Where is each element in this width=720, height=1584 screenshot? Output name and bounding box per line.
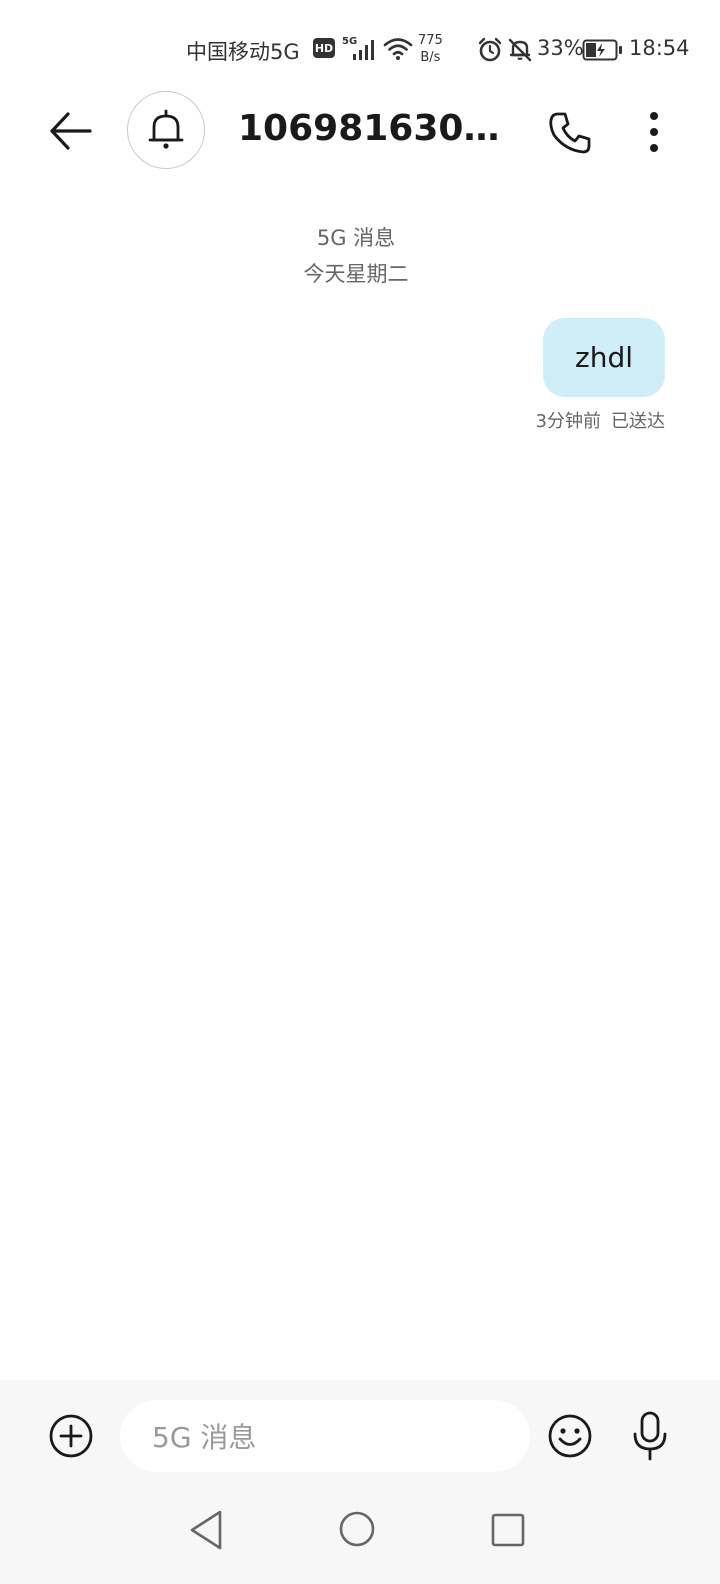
outgoing-message-bubble[interactable]: zhdl xyxy=(543,318,665,397)
bell-icon xyxy=(148,109,184,149)
emoji-icon[interactable] xyxy=(547,1413,593,1459)
delivery-status: 已送达 xyxy=(611,411,665,432)
message-input-placeholder: 5G 消息 xyxy=(152,1421,257,1454)
contact-avatar[interactable] xyxy=(127,91,205,169)
network-type-label: 5G xyxy=(342,36,357,47)
message-input[interactable]: 5G 消息 xyxy=(120,1400,530,1472)
composer-bar: 5G 消息 xyxy=(0,1380,720,1584)
contact-title[interactable]: 10698163016... xyxy=(238,108,523,149)
mute-icon xyxy=(508,38,532,62)
conversation-header: 10698163016... xyxy=(0,86,720,176)
carrier-label: 中国移动5G xyxy=(186,40,300,64)
signal-icon: 5G xyxy=(342,36,374,60)
clock: 18:54 xyxy=(629,36,690,60)
battery-charging-icon xyxy=(582,39,622,61)
date-separator: 今天星期二 xyxy=(303,262,409,286)
status-bar: 中国移动5G HD 5G 775 B/s 33% 18:54 xyxy=(0,0,720,100)
nav-back-icon[interactable] xyxy=(186,1508,226,1552)
back-arrow-icon[interactable] xyxy=(44,106,98,156)
nav-recent-icon[interactable] xyxy=(490,1512,526,1548)
speed-unit: B/s xyxy=(420,50,441,65)
alarm-icon xyxy=(478,37,502,62)
battery-percent: 33% xyxy=(537,36,584,60)
network-speed: 775 B/s xyxy=(418,32,443,66)
channel-label: 5G 消息 xyxy=(316,226,396,250)
message-time: 3分钟前 xyxy=(535,411,601,432)
phone-icon[interactable] xyxy=(545,108,595,158)
more-vertical-icon[interactable] xyxy=(634,108,674,158)
speed-value: 775 xyxy=(418,33,443,48)
message-status: 3分钟前 已送达 xyxy=(536,407,665,433)
add-circle-icon[interactable] xyxy=(48,1413,94,1459)
messaging-screen: 中国移动5G HD 5G 775 B/s 33% 18:54 106981630… xyxy=(0,0,720,1584)
microphone-icon[interactable] xyxy=(630,1410,670,1462)
wifi-icon xyxy=(383,38,413,60)
nav-home-icon[interactable] xyxy=(338,1510,376,1548)
hd-icon: HD xyxy=(313,38,335,58)
